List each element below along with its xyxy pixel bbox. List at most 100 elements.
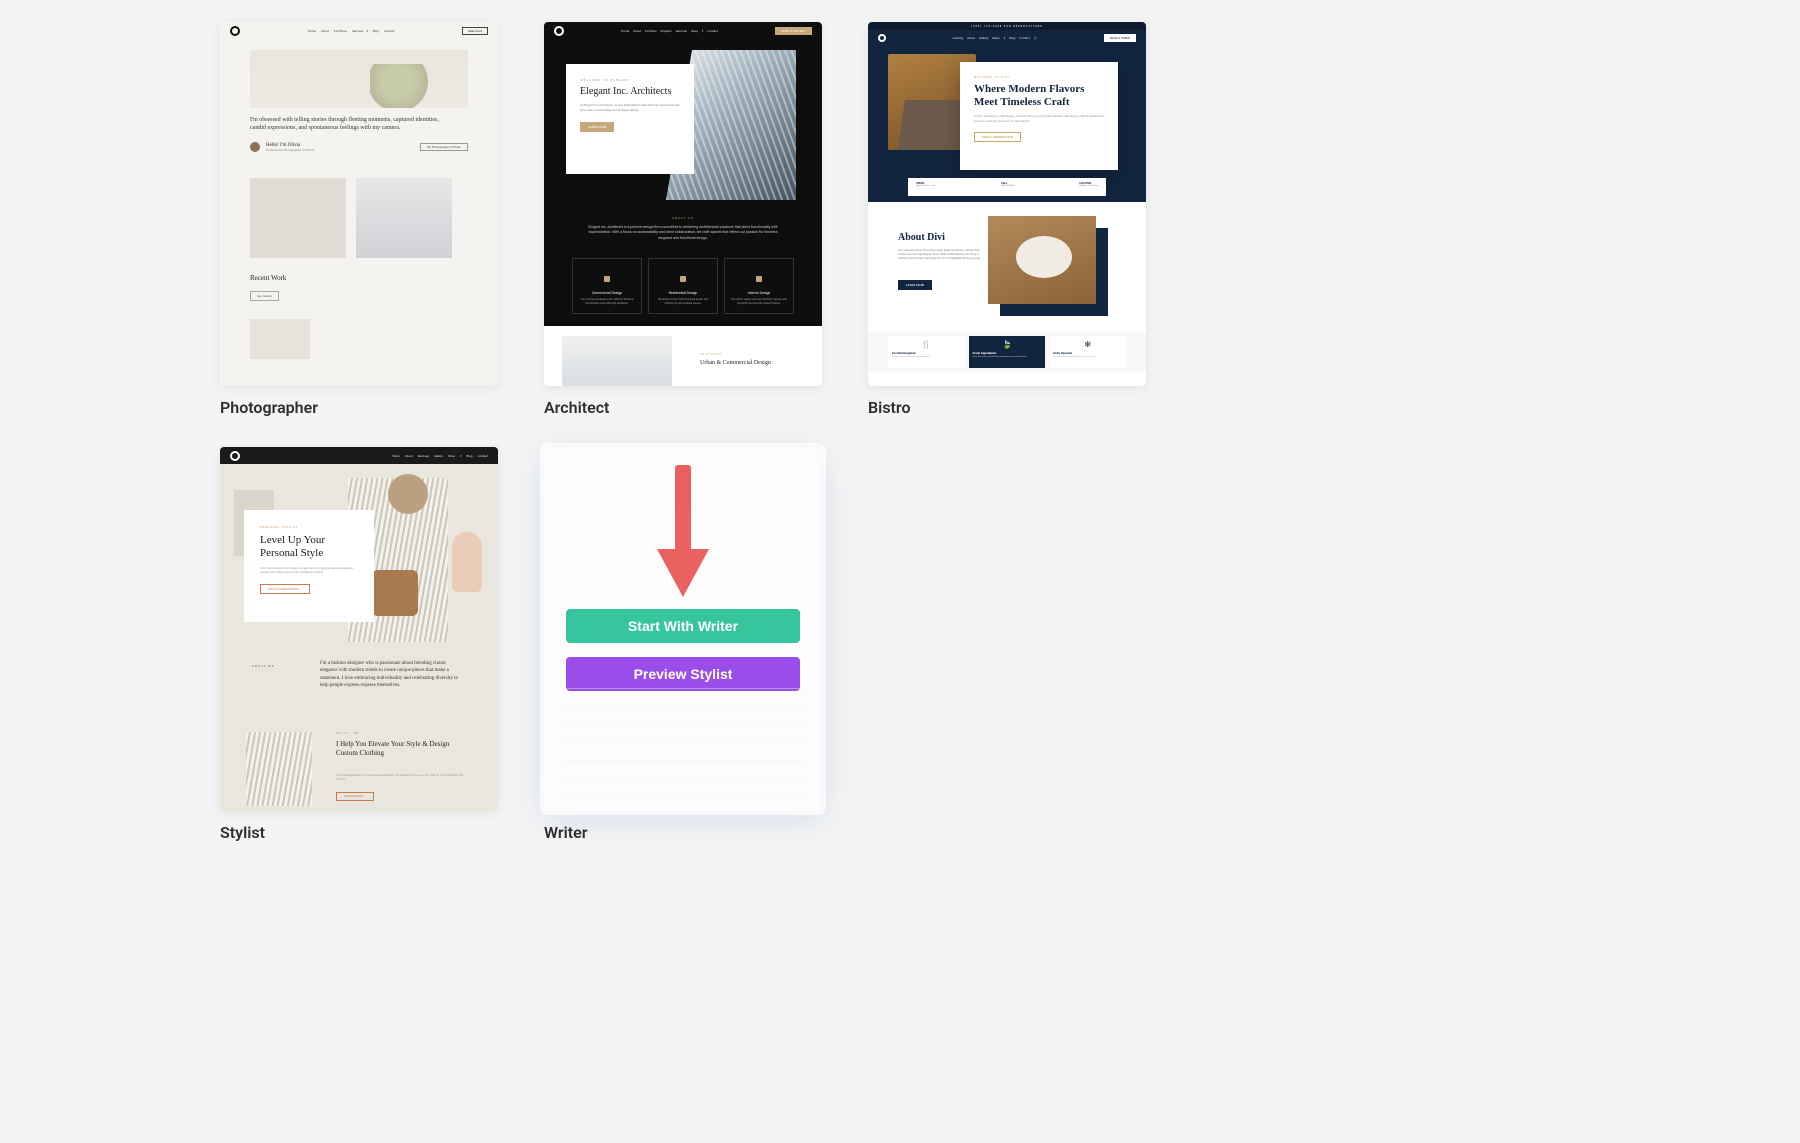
template-label: Architect	[544, 398, 822, 417]
preview-panel-button: BOOK A CONSULTATION →	[260, 584, 310, 594]
feature-icon	[680, 276, 686, 282]
preview-about2-tag: ABOUT / ME	[336, 732, 360, 735]
preview-section-button: See Gallery	[250, 291, 279, 301]
preview-hero: WELCOME TO DIVI Where Modern Flavors Mee…	[868, 46, 1146, 202]
preview-about-body: Elegant Inc. Architects is a premier des…	[584, 225, 782, 241]
preview-about2-button: VIEW SERVICES →	[336, 792, 374, 801]
avatar	[250, 142, 260, 152]
preview-image	[356, 178, 452, 258]
logo-icon	[878, 34, 886, 42]
preview-card-title: Where Modern Flavors Meet Timeless Craft	[974, 83, 1104, 108]
feature-title: Daily Specials	[1053, 351, 1122, 355]
preview-card-body: At Divi, we blend contemporary cuisine w…	[974, 114, 1104, 123]
preview-nav: Home About Portfolio Projects Services S…	[544, 22, 822, 40]
preview-feature-box: 🍴 Food Reimagined Classic dishes with a …	[888, 336, 965, 368]
preview-secondary-image	[246, 732, 312, 806]
preview-image	[250, 178, 346, 258]
logo-icon	[230, 26, 240, 36]
preview-image	[250, 319, 310, 359]
preview-hat-image	[388, 474, 428, 514]
preview-body: PERSONAL STYLIST Level Up Your Personal …	[220, 464, 498, 811]
template-thumbnail-photographer[interactable]: Home About Portfolios Services ▾ Blog Co…	[220, 22, 498, 386]
feature-title: Interior Design	[731, 291, 787, 295]
template-card-writer: Start With Writer Preview Stylist Writer	[544, 447, 822, 842]
logo-icon	[554, 26, 564, 36]
preview-about2-title: I Help You Elevate Your Style & Design C…	[336, 740, 456, 758]
preview-features: 🍴 Food Reimagined Classic dishes with a …	[868, 332, 1146, 372]
preview-nav-menu: Home About Portfolio Projects Services S…	[621, 29, 718, 33]
preview-hero-image	[250, 50, 468, 108]
preview-nav-button: Reach Out	[462, 27, 488, 35]
template-label: Photographer	[220, 398, 498, 417]
preview-nav: Landing About Gallery Menu ▾ Blog Contac…	[868, 30, 1146, 46]
preview-panel-button: LEARN MORE	[580, 122, 614, 132]
preview-body: I'm obsessed with telling stories throug…	[220, 40, 498, 386]
template-card-photographer: Home About Portfolios Services ▾ Blog Co…	[220, 22, 498, 417]
preview-panel-title: Elegant Inc. Architects	[580, 86, 680, 97]
preview-section-title: Recent Work	[250, 274, 468, 282]
preview-nav-button: BOOK A TABLE	[1104, 34, 1136, 42]
preview-info-bar: HOURSOpen Daily 9am - 10pm CALL(555) 555…	[908, 178, 1106, 196]
feature-body: Our interior design services transform s…	[731, 298, 787, 305]
preview-top-banner: (555) 123-4568 FOR RESERVATIONS	[868, 22, 1146, 30]
template-label: Stylist	[220, 823, 498, 842]
template-thumbnail-stylist[interactable]: Home About Services Gallery Shop ▾ Blog …	[220, 447, 498, 811]
preview-hero-card: WELCOME TO DIVI Where Modern Flavors Mee…	[960, 62, 1118, 170]
preview-mid-body: Our seasonal menu flows fresh daily feat…	[898, 248, 988, 261]
feature-body: Our commercial designs are crafted to en…	[579, 298, 635, 305]
preview-feature-box: Commercial Design Our commercial designs…	[572, 258, 642, 314]
preview-hero-panel: PERSONAL STYLIST Level Up Your Personal …	[244, 510, 374, 622]
preview-feature-box: Residential Design We design homes that …	[648, 258, 718, 314]
preview-faded-lines	[562, 687, 804, 797]
template-thumbnail-writer[interactable]: Start With Writer Preview Stylist	[544, 447, 822, 811]
preview-card-tag: WELCOME TO DIVI	[974, 76, 1104, 79]
preview-body: WELCOME TO ELEGANT Elegant Inc. Architec…	[544, 40, 822, 326]
template-card-architect: Home About Portfolio Projects Services S…	[544, 22, 822, 417]
preview-nav-menu: Home About Services Gallery Shop ▾ Blog …	[392, 454, 488, 458]
template-label: Writer	[544, 823, 822, 842]
preview-feature-box: 🍃 Fresh Ingredients Every dish starts wi…	[969, 336, 1046, 368]
arrow-down-icon	[653, 465, 713, 601]
info-col: LOCATIONBrooklyn • Now Open	[1079, 182, 1098, 192]
preview-card-button: MAKE A RESERVATION	[974, 132, 1021, 142]
preview-about2-body: From wardrobe editing to custom-sewn alt…	[336, 774, 466, 781]
preview-feature-box: Interior Design Our interior design serv…	[724, 258, 794, 314]
preview-nav-menu: Landing About Gallery Menu ▾ Blog Contac…	[952, 36, 1037, 40]
preview-mid-image-item	[1016, 236, 1072, 278]
preview-author-row: Hello! I'm Olivia Professional Photograp…	[250, 142, 468, 152]
preview-nav-menu: Home About Portfolios Services ▾ Blog Co…	[308, 29, 395, 33]
template-card-stylist: Home About Services Gallery Shop ▾ Blog …	[220, 447, 498, 842]
preview-bottom-images	[250, 319, 468, 359]
preview-footer-tag: FEATURED	[700, 352, 722, 356]
feature-icon	[604, 276, 610, 282]
preview-mid-title: About Divi	[898, 232, 945, 243]
template-thumbnail-bistro[interactable]: (555) 123-4568 FOR RESERVATIONS Landing …	[868, 22, 1146, 386]
author-subtitle: Professional Photographer in NY, US	[266, 148, 314, 152]
template-label: Bistro	[868, 398, 1146, 417]
preview-mid-button: LEARN MORE	[898, 280, 932, 290]
preview-hero-panel: WELCOME TO ELEGANT Elegant Inc. Architec…	[566, 64, 694, 174]
template-grid: Home About Portfolios Services ▾ Blog Co…	[220, 22, 1146, 842]
preview-panel-tag: PERSONAL STYLIST	[260, 526, 358, 529]
start-with-template-button[interactable]: Start With Writer	[566, 609, 800, 643]
preview-footer-title: Urban & Commercial Design	[700, 360, 771, 366]
preview-panel-body: From the runway to the streets, my appro…	[260, 566, 358, 574]
preview-tagline: I'm obsessed with telling stories throug…	[250, 116, 450, 132]
template-thumbnail-architect[interactable]: Home About Portfolio Projects Services S…	[544, 22, 822, 386]
preview-panel-tag: WELCOME TO ELEGANT	[580, 78, 680, 82]
preview-about-label: ABOUT ME	[252, 664, 275, 668]
cart-icon: 🛒	[1034, 36, 1038, 40]
preview-nav: Home About Services Gallery Shop ▾ Blog …	[220, 447, 498, 464]
preview-template-button[interactable]: Preview Stylist	[566, 657, 800, 691]
preview-feature-box: ✻ Daily Specials Every day offers someth…	[1049, 336, 1126, 368]
feature-title: Residential Design	[655, 291, 711, 295]
preview-author-button: My Photography Portfolio	[420, 143, 468, 151]
feature-body: We design homes that harmonize beauty an…	[655, 298, 711, 305]
preview-footer: FEATURED Urban & Commercial Design	[544, 326, 822, 386]
feature-title: Commercial Design	[579, 291, 635, 295]
preview-nav-button: START A PROJECT	[775, 27, 812, 35]
preview-about-body: I'm a fashion designer who is passionate…	[320, 660, 462, 689]
feature-icon: 🍃	[973, 340, 1042, 349]
info-col: CALL(555) 555-5555	[1001, 182, 1015, 192]
logo-icon	[230, 451, 240, 461]
